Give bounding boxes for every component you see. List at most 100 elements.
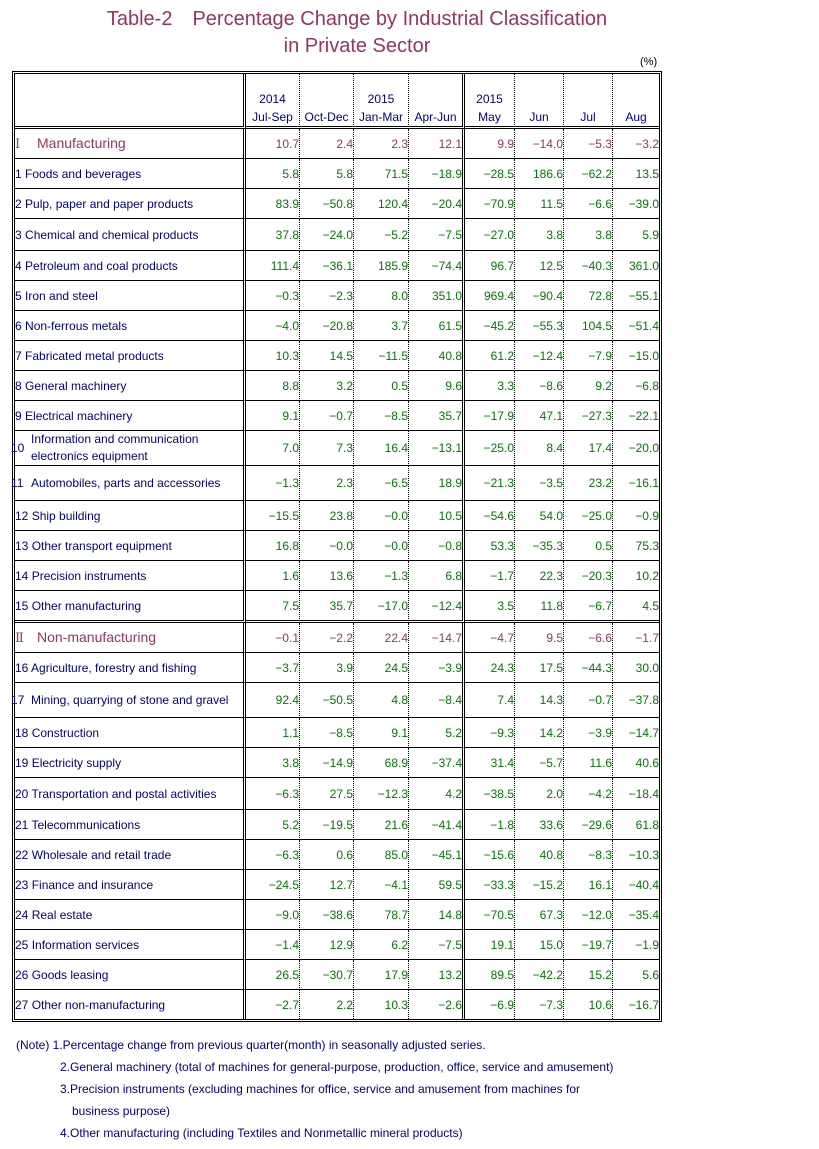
row-label: Wholesale and retail trade bbox=[31, 847, 172, 862]
row-label-cell: 3 Chemical and chemical products bbox=[15, 219, 246, 251]
row-label: Electrical machinery bbox=[25, 408, 133, 423]
value-cell: −29.6 bbox=[564, 810, 613, 840]
value-cell: −55.1 bbox=[613, 281, 659, 311]
value-cell: 83.9 bbox=[246, 189, 300, 219]
value-cell: −45.2 bbox=[465, 311, 515, 341]
value-cell: 10.5 bbox=[409, 501, 465, 531]
value-cell: −12.3 bbox=[354, 778, 409, 810]
value-cell: −70.9 bbox=[465, 189, 515, 219]
value-cell: −5.3 bbox=[564, 129, 613, 159]
row-label: Mining, quarrying of stone and gravel bbox=[31, 692, 229, 707]
row-label: Chemical and chemical products bbox=[25, 227, 199, 242]
value-cell: 15.2 bbox=[564, 960, 613, 990]
value-cell: 16.8 bbox=[246, 531, 300, 561]
row-code: 4 bbox=[15, 258, 22, 273]
value-cell: 40.8 bbox=[515, 840, 564, 870]
value-cell: 24.3 bbox=[465, 653, 515, 683]
value-cell: −3.2 bbox=[613, 129, 659, 159]
value-cell: 12.5 bbox=[515, 251, 564, 281]
value-cell: 85.0 bbox=[354, 840, 409, 870]
header-col-7: Jul bbox=[564, 74, 613, 129]
table-row: 17 Mining, quarrying of stone and gravel 9… bbox=[11, 683, 659, 718]
value-cell: −10.3 bbox=[613, 840, 659, 870]
row-code: 14 bbox=[15, 568, 29, 583]
value-cell: 6.8 bbox=[409, 561, 465, 591]
table-row: 24 Real estate −9.0 −38.6 78.7 14.8 −70.5 67.3… bbox=[15, 900, 659, 930]
value-cell: −14.7 bbox=[409, 623, 465, 653]
row-code: 8 bbox=[15, 378, 22, 393]
header-col-5: 2015 May bbox=[465, 74, 515, 129]
value-cell: 2.0 bbox=[515, 778, 564, 810]
table-row: 11 Automobiles, parts and accessories −1.3… bbox=[11, 466, 659, 501]
header-period: Aug bbox=[625, 110, 647, 124]
row-code: 19 bbox=[15, 755, 29, 770]
value-cell: 351.0 bbox=[409, 281, 465, 311]
value-cell: 17.9 bbox=[354, 960, 409, 990]
table-row: 15 Other manufacturing 7.5 35.7 −17.0 −12.4 3… bbox=[15, 591, 659, 623]
value-cell: 17.5 bbox=[515, 653, 564, 683]
value-cell: 185.9 bbox=[354, 251, 409, 281]
value-cell: −3.9 bbox=[564, 718, 613, 748]
row-label-cell: 12 Ship building bbox=[15, 501, 246, 531]
row-label-cell: 25 Information services bbox=[15, 930, 246, 960]
row-label: Automobiles, parts and accessories bbox=[31, 475, 221, 490]
value-cell: −1.4 bbox=[246, 930, 300, 960]
value-cell: 10.2 bbox=[613, 561, 659, 591]
value-cell: −3.7 bbox=[246, 653, 300, 683]
table-row: 16 Agriculture, forestry and fishing −3.7… bbox=[15, 653, 659, 683]
value-cell: −62.2 bbox=[564, 159, 613, 189]
value-cell: 11.8 bbox=[515, 591, 564, 623]
value-cell: 3.8 bbox=[246, 748, 300, 778]
header-period: Apr-Jun bbox=[414, 110, 457, 124]
table-title-line-2: in Private Sector bbox=[283, 35, 431, 57]
value-cell: −18.4 bbox=[613, 778, 659, 810]
row-label-cell: 11 Automobiles, parts and accessories bbox=[11, 466, 246, 501]
value-cell: 111.4 bbox=[246, 251, 300, 281]
row-code: 24 bbox=[15, 907, 29, 922]
value-cell: 104.5 bbox=[564, 311, 613, 341]
row-code: 25 bbox=[15, 937, 29, 952]
row-label-wrap: 17 Mining, quarrying of stone and gravel bbox=[11, 692, 243, 709]
value-cell: −4.0 bbox=[246, 311, 300, 341]
value-cell: 3.8 bbox=[564, 219, 613, 251]
value-cell: −37.4 bbox=[409, 748, 465, 778]
value-cell: 14.5 bbox=[300, 341, 354, 371]
value-cell: −14.9 bbox=[300, 748, 354, 778]
value-cell: 72.8 bbox=[564, 281, 613, 311]
value-cell: 11.5 bbox=[515, 189, 564, 219]
value-cell: −8.3 bbox=[564, 840, 613, 870]
value-cell: 3.3 bbox=[465, 371, 515, 401]
value-cell: 11.6 bbox=[564, 748, 613, 778]
value-cell: −7.3 bbox=[515, 990, 564, 1019]
value-cell: −54.6 bbox=[465, 501, 515, 531]
row-code: 1 bbox=[15, 166, 22, 181]
value-cell: −14.0 bbox=[515, 129, 564, 159]
row-code: 21 bbox=[15, 817, 29, 832]
value-cell: 92.4 bbox=[246, 683, 300, 718]
value-cell: −44.3 bbox=[564, 653, 613, 683]
header-year: 2015 bbox=[476, 92, 503, 106]
value-cell: −3.9 bbox=[409, 653, 465, 683]
row-label: Other non-manufacturing bbox=[31, 997, 166, 1012]
row-label-wrap: 10 Information and communication electron… bbox=[11, 431, 243, 465]
row-label-cell: 18 Construction bbox=[15, 718, 246, 748]
value-cell: 0.5 bbox=[354, 371, 409, 401]
table-row: 22 Wholesale and retail trade −6.3 0.6 85.0… bbox=[15, 840, 659, 870]
row-code: 9 bbox=[15, 408, 22, 423]
value-cell: −27.3 bbox=[564, 401, 613, 431]
value-cell: −14.7 bbox=[613, 718, 659, 748]
note-3: 3.Precision instruments (excluding machi… bbox=[60, 1082, 581, 1096]
value-cell: 78.7 bbox=[354, 900, 409, 930]
header-year bbox=[409, 90, 462, 108]
row-label-cell: Ⅱ Non-manufacturing bbox=[15, 623, 246, 653]
row-code: 17 bbox=[11, 693, 25, 707]
value-cell: 24.5 bbox=[354, 653, 409, 683]
table-title-line-1: Table-2 Percentage Change by Industrial … bbox=[106, 8, 608, 30]
value-cell: −8.5 bbox=[354, 401, 409, 431]
value-cell: −38.6 bbox=[300, 900, 354, 930]
row-label: Ship building bbox=[31, 508, 101, 523]
value-cell: 23.2 bbox=[564, 466, 613, 501]
table-row: 14 Precision instruments 1.6 13.6 −1.3 6.8 −1… bbox=[15, 561, 659, 591]
value-cell: −4.2 bbox=[564, 778, 613, 810]
value-cell: 26.5 bbox=[246, 960, 300, 990]
